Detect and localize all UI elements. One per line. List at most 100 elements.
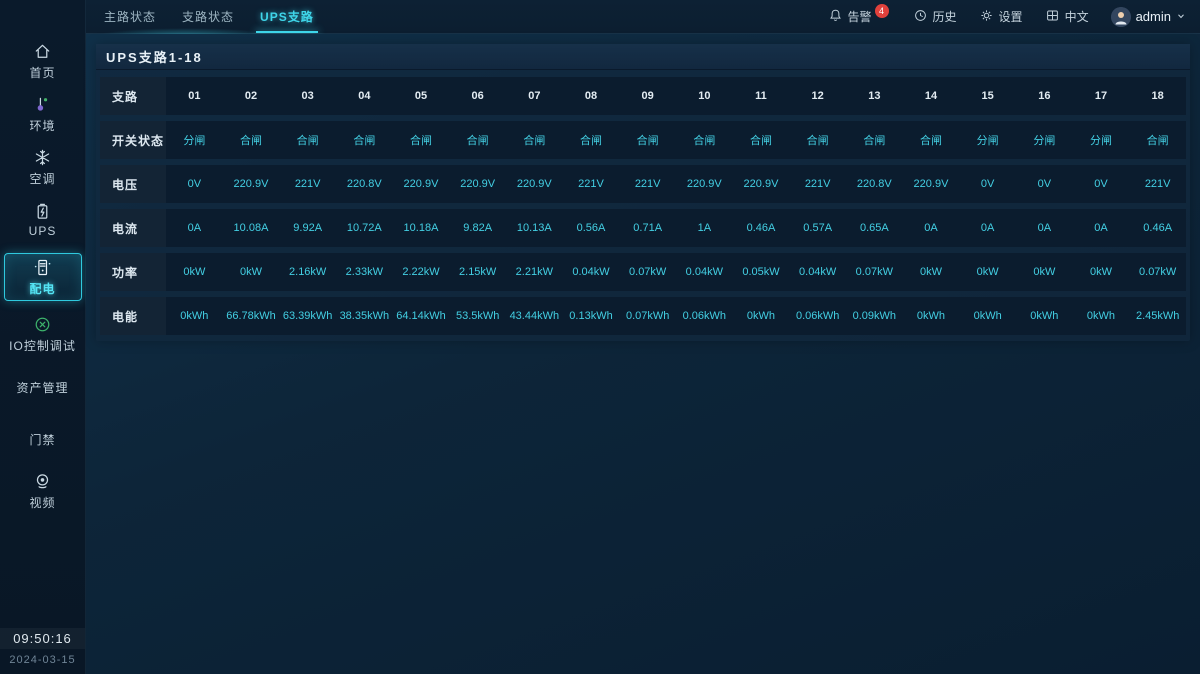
column-header: 04 (336, 90, 393, 102)
table-cell: 0kWh (166, 310, 223, 322)
sidebar-item-label: 视频 (29, 494, 55, 511)
table-cell: 220.9V (733, 178, 790, 190)
row-label: 支路 (100, 77, 166, 115)
table-cell: 0.06kWh (789, 310, 846, 322)
sidebar-item-door[interactable]: 门禁 (4, 420, 82, 458)
table-row: 电能0kWh66.78kWh63.39kWh38.35kWh64.14kWh53… (100, 297, 1186, 335)
power-cabinet-icon (33, 258, 52, 277)
sidebar-clock: 09:50:16 2024-03-15 (0, 628, 85, 666)
table-cell: 2.16kW (279, 266, 336, 278)
table-cell: 2.45kWh (1129, 310, 1186, 322)
table-cell: 合闸 (733, 132, 790, 148)
column-header: 12 (789, 90, 846, 102)
nav-tab-2[interactable]: UPS支路 (256, 0, 318, 33)
language-label: 中文 (1065, 8, 1089, 25)
table-cell: 0.07kW (1129, 266, 1186, 278)
column-header: 06 (449, 90, 506, 102)
table-cell: 221V (619, 178, 676, 190)
sidebar-item-environment[interactable]: 环境 (4, 95, 82, 134)
table-cell: 0kW (959, 266, 1016, 278)
column-header: 09 (619, 90, 676, 102)
column-header: 01 (166, 90, 223, 102)
table-cell: 0kW (903, 266, 960, 278)
table-cell: 221V (279, 178, 336, 190)
table-cell: 分闸 (1073, 132, 1130, 148)
table-cell: 220.9V (393, 178, 450, 190)
table-cell: 0A (1016, 222, 1073, 234)
table-row: 功率0kW0kW2.16kW2.33kW2.22kW2.15kW2.21kW0.… (100, 253, 1186, 291)
table-cell: 10.08A (223, 222, 280, 234)
history-button[interactable]: 历史 (913, 8, 957, 26)
table-cell: 0kW (1016, 266, 1073, 278)
avatar (1111, 7, 1131, 27)
table-cell: 2.33kW (336, 266, 393, 278)
sidebar-item-label: 空调 (29, 170, 55, 187)
table-cell: 合闸 (449, 132, 506, 148)
table-cell: 0.04kW (676, 266, 733, 278)
table-cell: 0A (1073, 222, 1130, 234)
table-cell: 0.09kWh (846, 310, 903, 322)
ups-branch-panel: UPS支路1-18 支路0102030405060708091011121314… (96, 44, 1190, 341)
chevron-down-icon (1176, 10, 1186, 24)
row-label: 电压 (100, 165, 166, 203)
table-cell: 0.07kW (846, 266, 903, 278)
camera-icon (33, 472, 52, 491)
sidebar-item-hvac[interactable]: 空调 (4, 148, 82, 187)
sidebar-item-label: 首页 (29, 64, 55, 81)
table-cell: 2.15kW (449, 266, 506, 278)
table-cell: 38.35kWh (336, 310, 393, 322)
row-label: 功率 (100, 253, 166, 291)
table-cell: 0.57A (789, 222, 846, 234)
sidebar-item-label: 门禁 (29, 431, 55, 448)
column-header: 14 (903, 90, 960, 102)
table-cell: 分闸 (166, 132, 223, 148)
table-cell: 221V (789, 178, 846, 190)
user-menu[interactable]: admin (1111, 7, 1186, 27)
sidebar-item-video[interactable]: 视频 (4, 472, 82, 511)
alarm-button[interactable]: 告警 4 (828, 8, 891, 26)
table-cell: 0V (166, 178, 223, 190)
sidebar-item-label: 环境 (29, 117, 55, 134)
nav-tab-0[interactable]: 主路状态 (100, 0, 160, 33)
column-header: 17 (1073, 90, 1130, 102)
table-cell: 0.71A (619, 222, 676, 234)
sidebar-item-ups[interactable]: UPS (4, 201, 82, 239)
language-button[interactable]: 中文 (1045, 8, 1089, 26)
table-cell: 0kWh (1016, 310, 1073, 322)
table-cell: 0kW (166, 266, 223, 278)
thermometer-icon (33, 95, 52, 114)
sidebar-item-io-debug[interactable]: IO控制调试 (4, 315, 82, 354)
table-cell: 合闸 (1129, 132, 1186, 148)
table-cell: 66.78kWh (223, 310, 280, 322)
column-header: 10 (676, 90, 733, 102)
sidebar: 首页环境空调 UPS 配电 IO控制调试资产管理门禁视频 09:50:16 2024-… (0, 0, 86, 674)
column-header: 15 (959, 90, 1016, 102)
nav-tab-1[interactable]: 支路状态 (178, 0, 238, 33)
clock-date: 2024-03-15 (0, 654, 85, 666)
sidebar-item-power[interactable]: 配电 (4, 253, 82, 301)
table-cell: 0.13kWh (563, 310, 620, 322)
table-cell: 220.9V (676, 178, 733, 190)
column-header: 11 (733, 90, 790, 102)
table-cell: 2.22kW (393, 266, 450, 278)
table-cell: 0.06kWh (676, 310, 733, 322)
table-cell: 220.9V (506, 178, 563, 190)
main-content: UPS支路1-18 支路0102030405060708091011121314… (86, 34, 1200, 674)
table-cell: 0kWh (733, 310, 790, 322)
table-cell: 63.39kWh (279, 310, 336, 322)
user-name: admin (1136, 9, 1171, 24)
table-cell: 合闸 (393, 132, 450, 148)
table-cell: 0kWh (903, 310, 960, 322)
table-cell: 合闸 (619, 132, 676, 148)
table-cell: 合闸 (279, 132, 336, 148)
nav-tabs: 主路状态支路状态 UPS支路 (100, 0, 318, 33)
table-row: 电压0V220.9V221V220.8V220.9V220.9V220.9V22… (100, 165, 1186, 203)
table-cell: 10.72A (336, 222, 393, 234)
table-cell: 221V (1129, 178, 1186, 190)
row-label: 电能 (100, 297, 166, 335)
sidebar-item-label: UPS (29, 224, 57, 238)
bell-icon (828, 8, 843, 26)
settings-button[interactable]: 设置 (979, 8, 1023, 26)
sidebar-item-assets[interactable]: 资产管理 (4, 368, 82, 406)
sidebar-item-home[interactable]: 首页 (4, 42, 82, 81)
